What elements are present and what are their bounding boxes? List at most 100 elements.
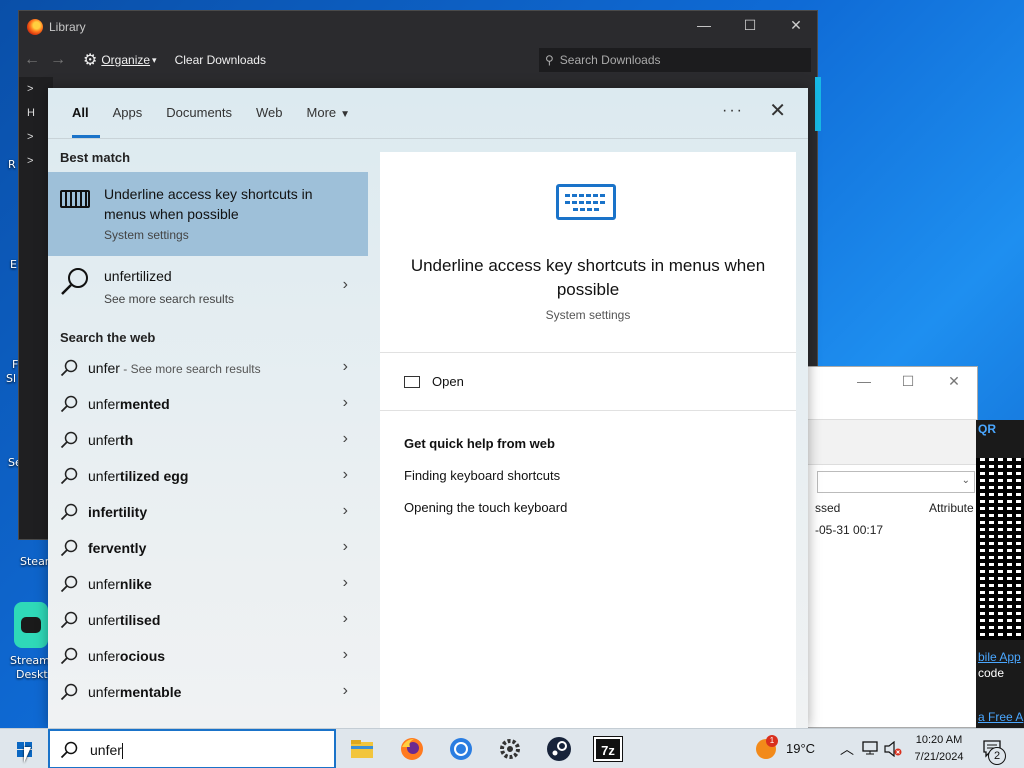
chevron-down-icon[interactable]: ▾: [152, 55, 157, 66]
keyboard-icon: [60, 190, 90, 208]
web-result-row[interactable]: unfertilized egg ›: [48, 458, 368, 494]
column-header-attributes[interactable]: Attribute: [929, 501, 974, 515]
tab-label: Web: [256, 105, 283, 120]
chevron-right-icon[interactable]: ›: [343, 538, 348, 556]
quick-help-heading: Get quick help from web: [404, 436, 555, 451]
chevron-right-icon[interactable]: ›: [343, 646, 348, 664]
file-explorer-icon[interactable]: [348, 735, 376, 763]
best-match-item[interactable]: Underline access key shortcuts in menus …: [48, 172, 368, 256]
web-result-row[interactable]: unfer - See more search results ›: [48, 350, 368, 386]
search-downloads-input[interactable]: ⚲ Search Downloads: [539, 48, 811, 72]
chevron-right-icon[interactable]: ›: [343, 502, 348, 520]
web-result-label: unferocious: [88, 648, 165, 664]
minimize-button[interactable]: —: [841, 373, 887, 389]
7zip-icon[interactable]: 7z: [593, 736, 623, 762]
selected-download-highlight: [815, 77, 821, 131]
maximize-button[interactable]: ☐: [727, 17, 773, 34]
unfertilized-result[interactable]: unfertilized See more search results ›: [48, 256, 368, 318]
steam-icon[interactable]: [545, 735, 573, 763]
clock-time: 10:20 AM: [915, 734, 963, 746]
desktop-icon-label[interactable]: Sl: [6, 372, 16, 385]
web-result-row[interactable]: infertility ›: [48, 494, 368, 530]
desktop-icon-label[interactable]: Deskt: [16, 668, 48, 681]
qr-code-image: [976, 458, 1024, 640]
close-icon[interactable]: ✕: [769, 98, 786, 123]
taskbar-search-input[interactable]: unfer: [48, 729, 336, 768]
chevron-up-icon[interactable]: ︿: [840, 739, 854, 759]
search-icon: [60, 359, 78, 377]
web-result-row[interactable]: unfernlike ›: [48, 566, 368, 602]
chevron-right-icon[interactable]: ›: [343, 574, 348, 592]
web-result-query: unfer: [88, 468, 120, 484]
column-header-accessed[interactable]: ssed: [815, 501, 840, 515]
tab-documents[interactable]: Documents: [154, 88, 244, 138]
open-button[interactable]: Open: [404, 374, 464, 389]
clear-downloads-button[interactable]: Clear Downloads: [175, 53, 266, 67]
mobile-app-link[interactable]: bile App: [978, 650, 1021, 664]
chevron-right-icon[interactable]: ›: [343, 466, 348, 484]
library-title: Library: [49, 20, 86, 34]
clock-date: 7/21/2024: [914, 751, 964, 763]
web-result-row[interactable]: fervently ›: [48, 530, 368, 566]
desktop-icon-label[interactable]: R: [8, 158, 16, 171]
search-icon: [60, 467, 78, 485]
web-result-row[interactable]: unfertilised ›: [48, 602, 368, 638]
help-link-keyboard-shortcuts[interactable]: Finding keyboard shortcuts: [404, 468, 560, 483]
back-arrow-icon[interactable]: ←: [19, 51, 45, 69]
chevron-right-icon[interactable]: ›: [343, 358, 348, 376]
desktop-icon-label[interactable]: Stream: [10, 654, 50, 667]
chevron-right-icon[interactable]: ›: [343, 276, 348, 294]
web-result-label: infertility: [88, 504, 147, 520]
free-app-link[interactable]: a Free A: [978, 710, 1023, 724]
firefox-icon: [27, 19, 43, 35]
search-value: unfer: [90, 742, 123, 760]
dropdown[interactable]: ⌄: [817, 471, 975, 493]
minimize-button[interactable]: —: [681, 17, 727, 33]
desktop-icon-label[interactable]: E: [10, 258, 17, 271]
web-result-completion: mentable: [119, 684, 182, 700]
chevron-right-icon[interactable]: ›: [343, 430, 348, 448]
close-button[interactable]: ✕: [931, 373, 977, 390]
best-match-heading: Best match: [60, 150, 131, 165]
chevron-right-icon[interactable]: ›: [343, 682, 348, 700]
network-icon[interactable]: [862, 741, 878, 755]
chevron-right-icon[interactable]: ›: [343, 394, 348, 412]
web-result-completion: infertility: [88, 504, 148, 520]
search-icon: [60, 611, 78, 629]
close-button[interactable]: ✕: [773, 17, 819, 34]
forward-arrow-icon[interactable]: →: [45, 51, 71, 69]
qr-label: QR: [978, 422, 996, 436]
web-result-row[interactable]: unfermented ›: [48, 386, 368, 422]
tab-apps[interactable]: Apps: [101, 88, 155, 138]
maximize-button[interactable]: ☐: [885, 373, 931, 390]
tab-all[interactable]: All: [60, 88, 101, 138]
organize-button[interactable]: Organize: [101, 53, 150, 67]
search-icon: [60, 395, 78, 413]
tab-web[interactable]: Web: [244, 88, 295, 138]
chrome-icon[interactable]: [447, 735, 475, 763]
web-result-completion: th: [119, 432, 134, 448]
help-link-touch-keyboard[interactable]: Opening the touch keyboard: [404, 500, 567, 515]
keyboard-icon: [556, 184, 616, 220]
web-result-row[interactable]: unfermentable ›: [48, 674, 368, 710]
gear-icon[interactable]: ⚙: [83, 50, 97, 70]
tab-label: All: [72, 105, 89, 120]
volume-muted-icon[interactable]: [884, 741, 902, 757]
key-row: [565, 194, 607, 197]
tab-more[interactable]: More ▼: [295, 88, 363, 138]
best-match-title: Underline access key shortcuts in menus …: [104, 186, 313, 222]
library-titlebar[interactable]: Library — ☐ ✕: [19, 11, 817, 43]
search-icon: [60, 575, 78, 593]
unfertilized-subtitle: See more search results: [104, 292, 235, 306]
more-options-button[interactable]: ···: [722, 102, 744, 120]
system-clock[interactable]: 10:20 AM 7/21/2024: [904, 732, 974, 766]
qr-code-text: code: [978, 666, 1005, 680]
streamlabs-desktop-icon[interactable]: [14, 602, 48, 648]
web-result-row[interactable]: unferth ›: [48, 422, 368, 458]
chevron-right-icon[interactable]: ›: [343, 610, 348, 628]
open-label: Open: [432, 374, 464, 389]
firefox-icon[interactable]: [398, 735, 426, 763]
settings-gear-icon[interactable]: [496, 735, 524, 763]
web-result-row[interactable]: unferocious ›: [48, 638, 368, 674]
weather-temperature[interactable]: 19°C: [786, 741, 815, 756]
